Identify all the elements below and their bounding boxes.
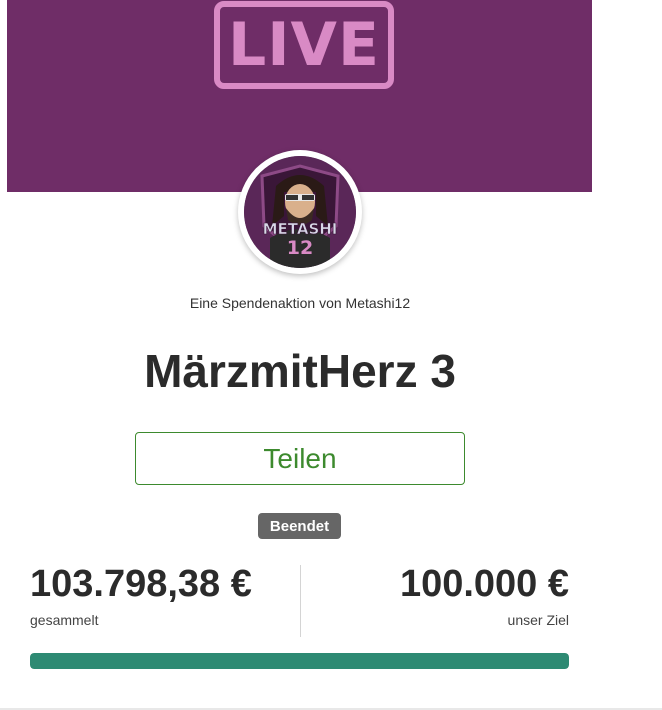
avatar[interactable]: METASHI 12 (238, 150, 362, 274)
raised-stat: 103.798,38 € gesammelt (30, 560, 252, 628)
avatar-number-text: 12 (287, 237, 313, 259)
progress-bar-fill (30, 653, 569, 669)
live-logo: LIVE (214, 1, 394, 89)
status-badge: Beendet (258, 513, 341, 539)
campaign-subtitle: Eine Spendenaktion von Metashi12 (189, 295, 411, 311)
avatar-name-text: METASHI (263, 220, 338, 238)
streamer-avatar-icon: METASHI 12 (244, 156, 356, 268)
progress-bar (30, 653, 569, 669)
share-button[interactable]: Teilen (135, 432, 465, 485)
goal-amount: 100.000 € (399, 563, 569, 605)
raised-label: gesammelt (30, 612, 99, 628)
stats-divider (300, 565, 301, 637)
page-title: MärzmitHerz 3 (144, 345, 456, 397)
raised-amount: 103.798,38 € (30, 563, 252, 605)
goal-label: unser Ziel (507, 612, 569, 628)
goal-stat: 100.000 € unser Ziel (400, 560, 569, 628)
live-label: LIVE (228, 10, 380, 80)
